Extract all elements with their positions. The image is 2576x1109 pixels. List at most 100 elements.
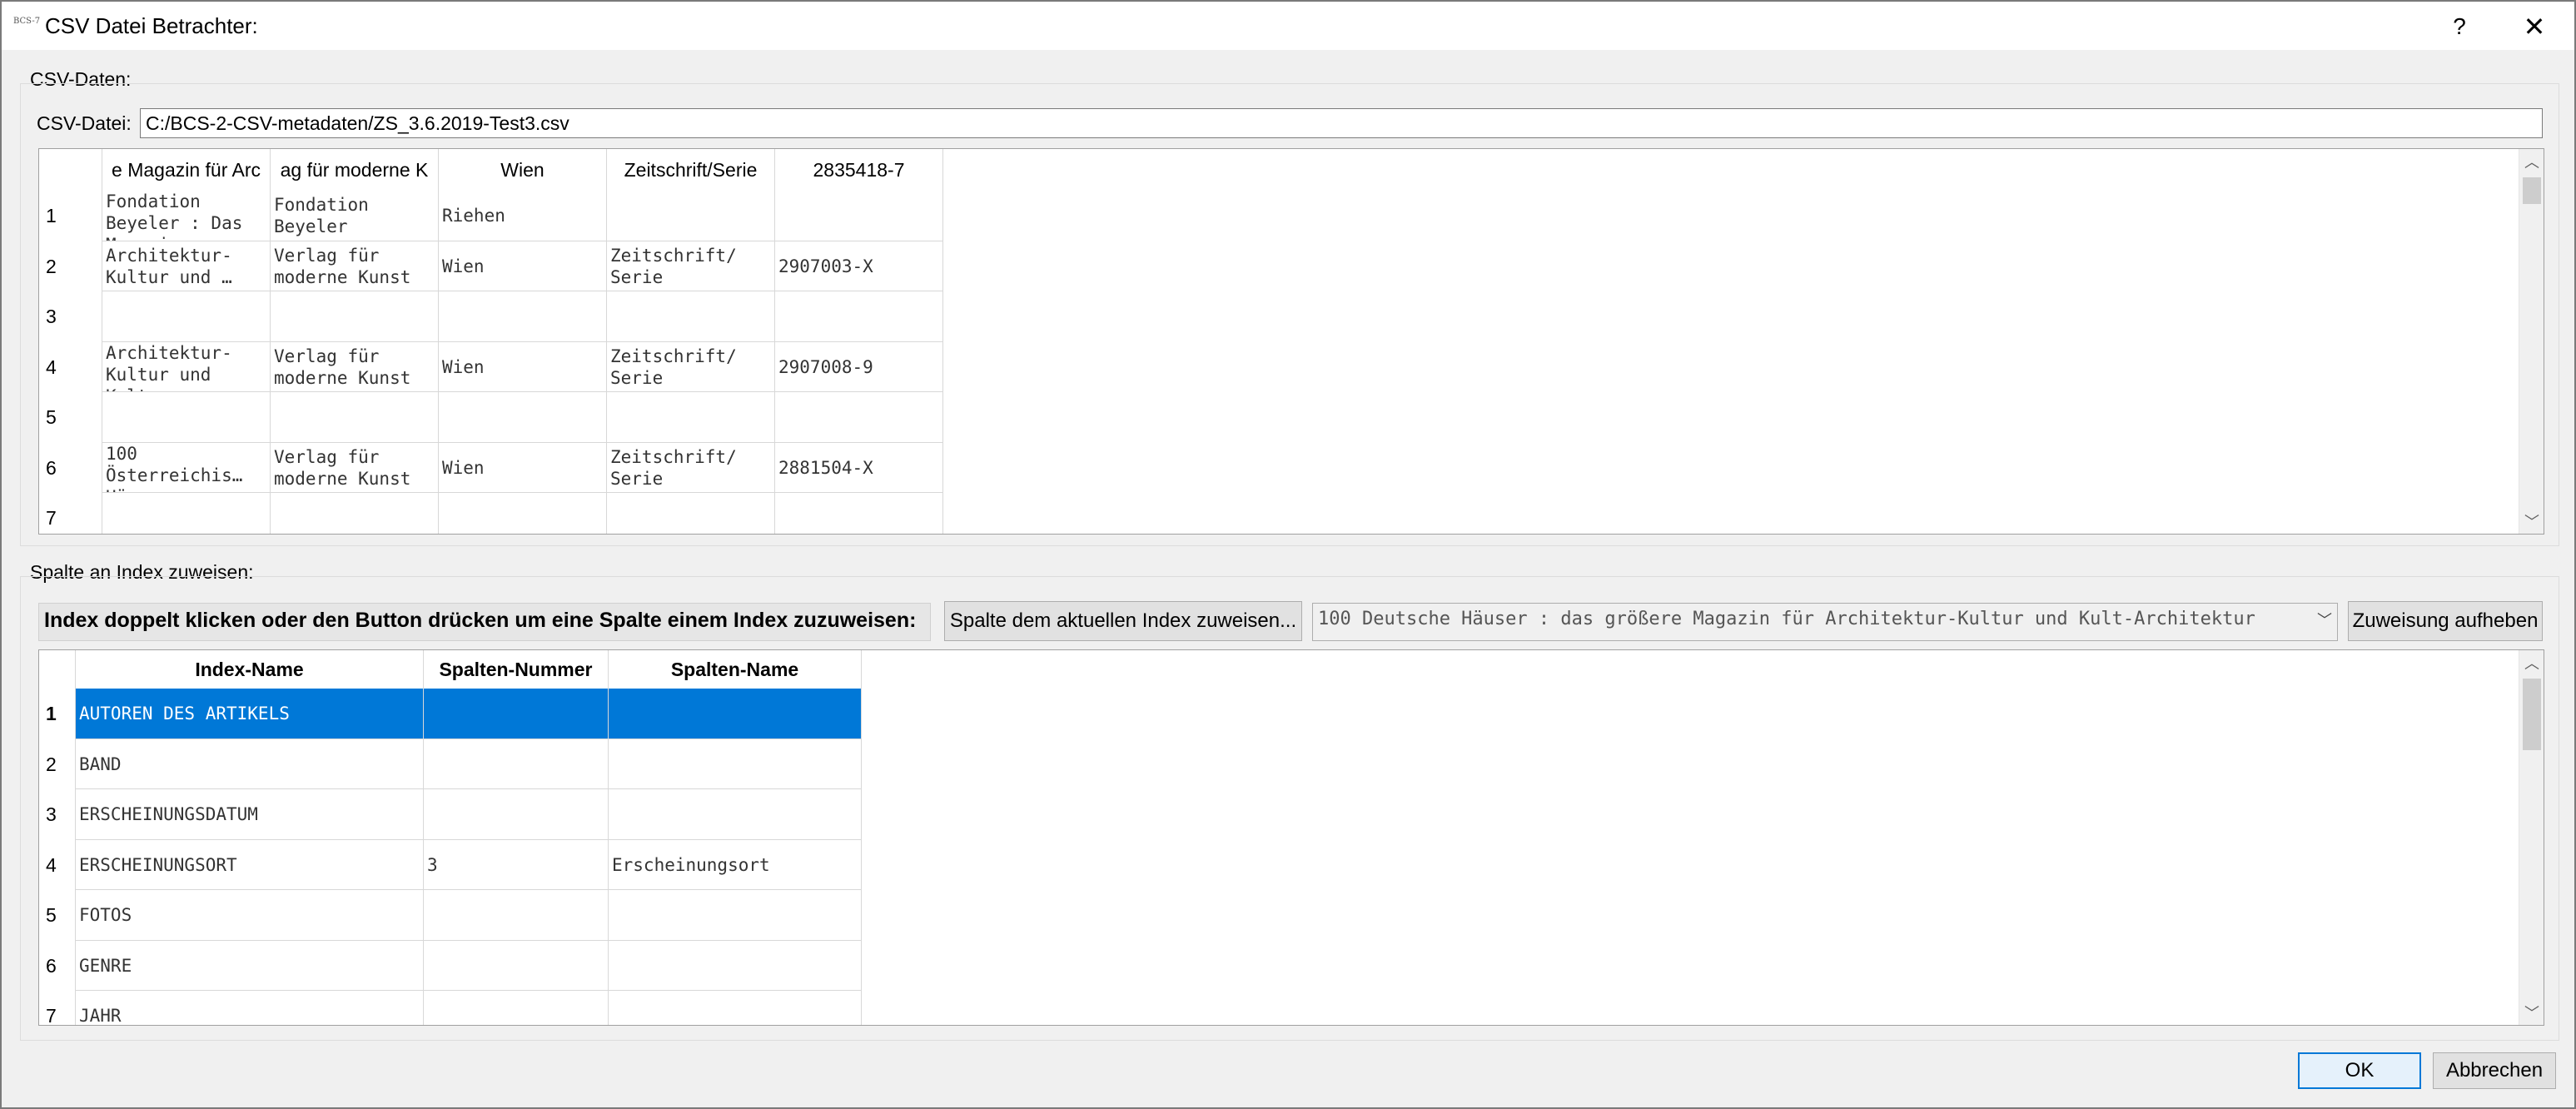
table-cell[interactable] <box>424 789 609 840</box>
table-cell[interactable]: Fondation Beyeler <box>271 191 439 241</box>
row-header[interactable]: 5 <box>39 392 102 443</box>
help-button[interactable]: ? <box>2416 8 2503 45</box>
table-cell[interactable]: 2881504-X <box>775 442 943 493</box>
table-cell[interactable] <box>775 493 943 534</box>
table-cell[interactable] <box>609 890 862 941</box>
table-cell[interactable]: ERSCHEINUNGSORT <box>76 839 424 890</box>
table-cell[interactable]: GENRE <box>76 940 424 991</box>
table-cell[interactable] <box>607 291 775 342</box>
table-cell[interactable] <box>424 890 609 941</box>
table-cell[interactable]: Verlag für moderne Kunst <box>271 241 439 291</box>
column-header[interactable]: Spalten-Nummer <box>424 650 609 689</box>
table-corner[interactable] <box>39 149 102 191</box>
table-cell[interactable] <box>439 392 607 443</box>
scroll-down-icon[interactable]: ﹀ <box>2519 1000 2544 1025</box>
row-header[interactable]: 7 <box>39 493 102 534</box>
table-corner[interactable] <box>39 650 76 689</box>
table-cell[interactable] <box>609 940 862 991</box>
scroll-up-icon[interactable]: ︿ <box>2519 149 2544 174</box>
column-header[interactable]: Index-Name <box>76 650 424 689</box>
column-header[interactable]: ag für moderne K <box>271 149 439 191</box>
row-header[interactable]: 3 <box>39 291 102 342</box>
ok-button[interactable]: OK <box>2298 1052 2421 1089</box>
table-cell[interactable]: 2907003-X <box>775 241 943 291</box>
table-cell[interactable] <box>609 789 862 840</box>
table-cell[interactable]: Fondation Beyeler : Das Magazin zum <box>102 191 271 241</box>
table-cell[interactable] <box>607 191 775 241</box>
table-cell[interactable]: 2907008-9 <box>775 341 943 392</box>
table-cell[interactable] <box>775 392 943 443</box>
table-cell[interactable] <box>609 739 862 789</box>
table-cell[interactable] <box>271 392 439 443</box>
column-header[interactable]: Spalten-Name <box>609 650 862 689</box>
table-cell[interactable] <box>609 991 862 1025</box>
table-cell[interactable]: 3 <box>424 839 609 890</box>
table-cell[interactable] <box>271 291 439 342</box>
column-header[interactable]: 2835418-7 <box>775 149 943 191</box>
index-table[interactable]: Index-Name Spalten-Nummer Spalten-Name 1 AUT… <box>38 649 2544 1026</box>
table-cell[interactable]: JAHR <box>76 991 424 1025</box>
csv-file-path-field[interactable]: C:/BCS-2-CSV-metadaten/ZS_3.6.2019-Test3… <box>140 108 2543 138</box>
table-cell[interactable] <box>424 940 609 991</box>
table-cell[interactable] <box>439 493 607 534</box>
row-header[interactable]: 1 <box>39 689 76 739</box>
table-cell[interactable] <box>439 291 607 342</box>
row-header[interactable]: 7 <box>39 991 76 1025</box>
table-cell[interactable]: Verlag für moderne Kunst <box>271 442 439 493</box>
table-cell[interactable] <box>424 739 609 789</box>
scroll-down-icon[interactable]: ﹀ <box>2519 509 2544 534</box>
table-cell[interactable] <box>607 392 775 443</box>
column-select-value: 100 Deutsche Häuser : das größere Magazi… <box>1318 609 2255 629</box>
row-header[interactable]: 2 <box>39 739 76 789</box>
table-cell[interactable]: Wien <box>439 341 607 392</box>
table-cell[interactable] <box>102 291 271 342</box>
row-header[interactable]: 4 <box>39 341 102 392</box>
row-header[interactable]: 2 <box>39 241 102 291</box>
table-cell[interactable]: Architektur- Kultur und … <box>102 241 271 291</box>
table-cell[interactable] <box>607 493 775 534</box>
table-cell[interactable]: Wien <box>439 241 607 291</box>
table-cell[interactable]: Wien <box>439 442 607 493</box>
assign-instruction: Index doppelt klicken oder den Button dr… <box>38 603 931 641</box>
close-icon[interactable]: ✕ <box>2494 8 2574 45</box>
table-cell[interactable]: BAND <box>76 739 424 789</box>
csv-table-scrollbar[interactable]: ︿ ﹀ <box>2519 149 2544 534</box>
table-cell[interactable] <box>775 191 943 241</box>
index-table-scrollbar[interactable]: ︿ ﹀ <box>2519 650 2544 1025</box>
row-header[interactable]: 5 <box>39 890 76 941</box>
table-cell[interactable]: AUTOREN DES ARTIKELS <box>76 689 424 739</box>
table-cell[interactable]: Zeitschrift/ Serie <box>607 442 775 493</box>
table-cell[interactable]: 100 Österreichis… Häuser <box>102 442 271 493</box>
assign-column-button[interactable]: Spalte dem aktuellen Index zuweisen... <box>944 601 1302 641</box>
table-cell[interactable]: Verlag für moderne Kunst <box>271 341 439 392</box>
table-cell[interactable] <box>271 493 439 534</box>
column-header[interactable]: e Magazin für Arc <box>102 149 271 191</box>
table-cell[interactable] <box>424 991 609 1025</box>
row-header[interactable]: 6 <box>39 940 76 991</box>
table-cell[interactable]: Zeitschrift/ Serie <box>607 241 775 291</box>
cancel-button[interactable]: Abbrechen <box>2433 1052 2556 1089</box>
scroll-up-icon[interactable]: ︿ <box>2519 650 2544 675</box>
table-cell[interactable] <box>609 689 862 739</box>
row-header[interactable]: 1 <box>39 191 102 241</box>
table-cell[interactable]: FOTOS <box>76 890 424 941</box>
column-select[interactable]: 100 Deutsche Häuser : das größere Magazi… <box>1312 603 2338 641</box>
unassign-button[interactable]: Zuweisung aufheben <box>2348 601 2543 641</box>
table-cell[interactable] <box>102 493 271 534</box>
table-cell[interactable]: Erscheinungsort <box>609 839 862 890</box>
table-cell[interactable]: Architektur- Kultur und Kult- <box>102 341 271 392</box>
row-header[interactable]: 3 <box>39 789 76 840</box>
column-header[interactable]: Zeitschrift/Serie <box>607 149 775 191</box>
table-cell[interactable]: ERSCHEINUNGSDATUM <box>76 789 424 840</box>
table-cell[interactable]: Zeitschrift/ Serie <box>607 341 775 392</box>
scroll-thumb[interactable] <box>2523 679 2541 750</box>
table-cell[interactable] <box>424 689 609 739</box>
csv-data-table[interactable]: e Magazin für Arc ag für moderne K Wien Zei… <box>38 148 2544 535</box>
table-cell[interactable] <box>102 392 271 443</box>
row-header[interactable]: 4 <box>39 839 76 890</box>
column-header[interactable]: Wien <box>439 149 607 191</box>
scroll-thumb[interactable] <box>2523 177 2541 204</box>
table-cell[interactable]: Riehen <box>439 191 607 241</box>
row-header[interactable]: 6 <box>39 442 102 493</box>
table-cell[interactable] <box>775 291 943 342</box>
